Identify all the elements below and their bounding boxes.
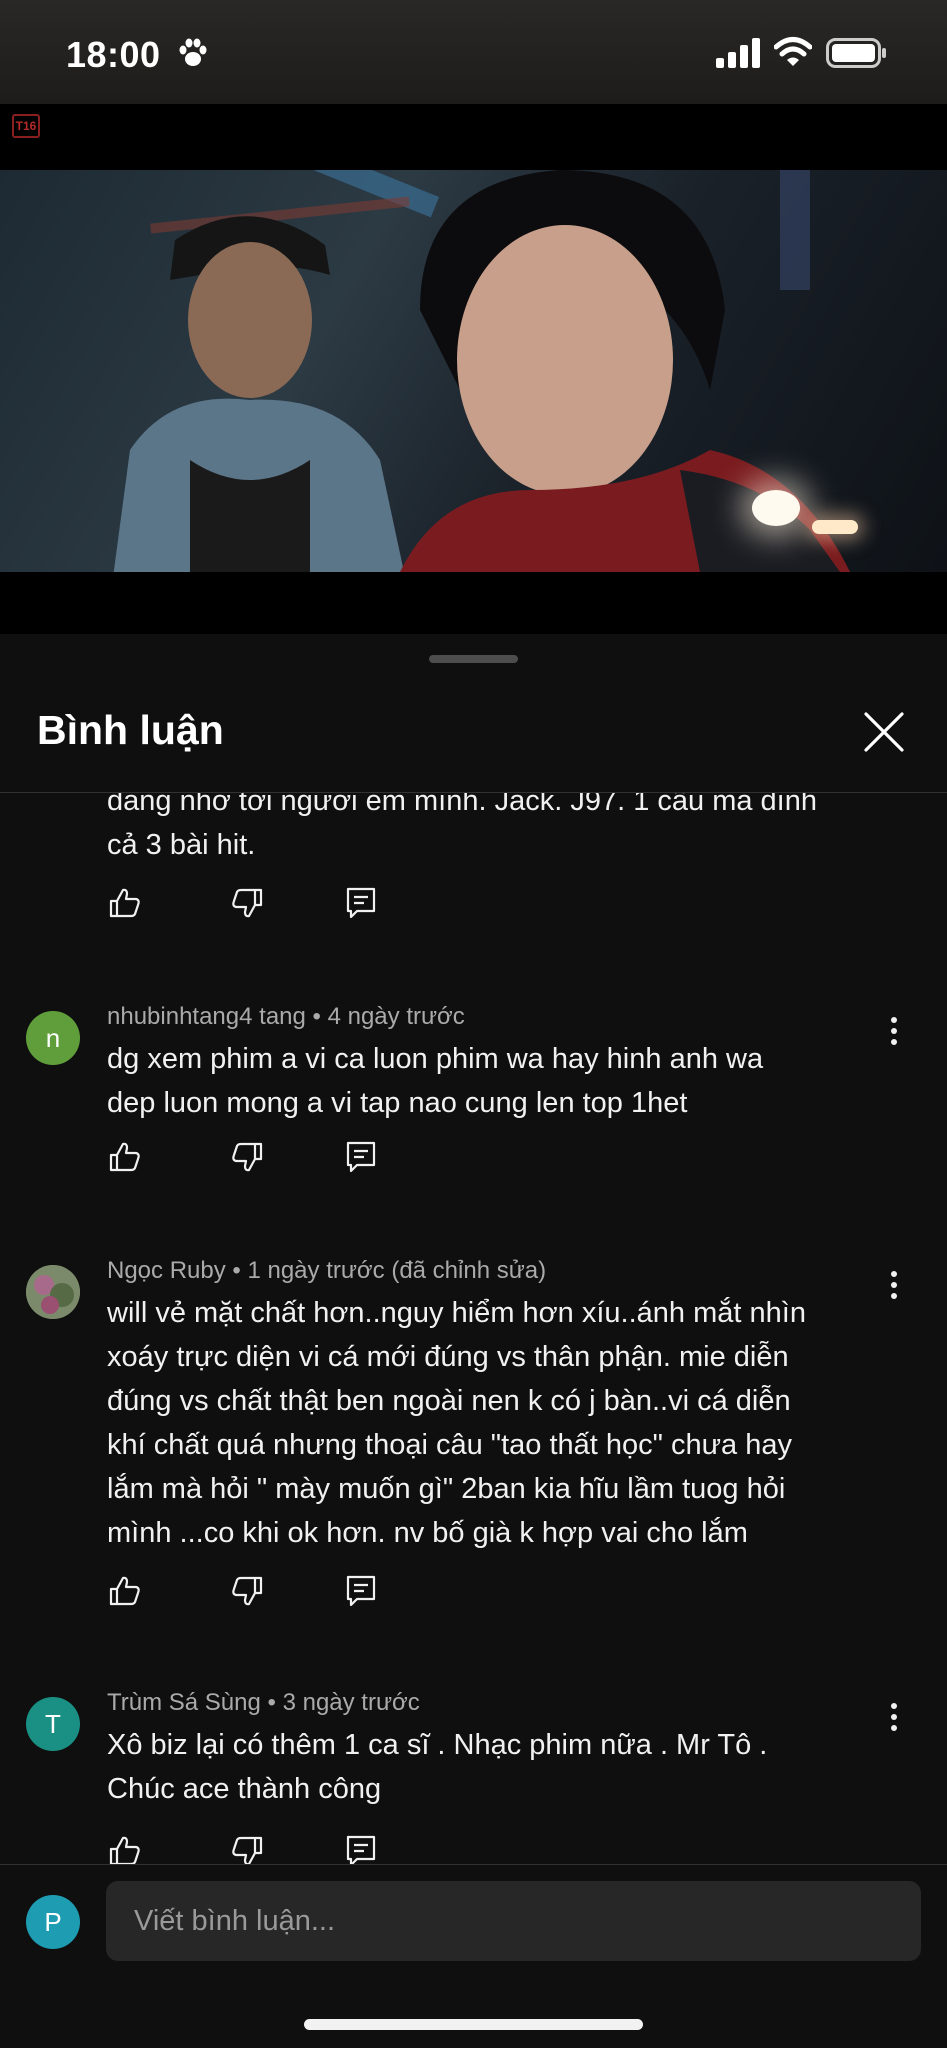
avatar-photo — [26, 1265, 80, 1319]
battery-icon — [826, 38, 886, 68]
home-indicator[interactable] — [304, 2019, 643, 2030]
comment-meta: Trùm Sá Sùng • 3 ngày trước — [107, 1689, 420, 1716]
comments-panel: Bình luận đang nhớ tới người em mình. Ja… — [0, 637, 947, 2048]
comment-text-line: Xô biz lại có thêm 1 ca sĩ . Nhạc phim n… — [107, 1729, 768, 1761]
comment-text: dg xem phim a vi ca luon phim wa hay hin… — [107, 1037, 887, 1125]
panel-title: Bình luận — [37, 707, 224, 753]
comments-list[interactable]: đang nhớ tới người em mình. Jack. J97. 1… — [0, 793, 947, 2001]
thumb-down-icon[interactable] — [229, 1139, 265, 1175]
thumb-down-icon[interactable] — [229, 1573, 265, 1609]
signal-icon — [716, 38, 760, 68]
comment-text: đang nhớ tới người em mình. Jack. J97. 1… — [107, 793, 887, 867]
comment-text: Xô biz lại có thêm 1 ca sĩ . Nhạc phim n… — [107, 1723, 887, 1811]
comment-text-line: dg xem phim a vi ca luon phim wa hay hin… — [107, 1043, 764, 1075]
close-icon[interactable] — [862, 710, 906, 754]
my-avatar[interactable]: P — [26, 1895, 80, 1949]
paw-icon — [179, 38, 207, 66]
scene-light — [812, 520, 858, 534]
comment-text-line: Chúc ace thành công — [107, 1773, 382, 1805]
drag-handle[interactable] — [429, 655, 518, 663]
thumb-down-icon[interactable] — [229, 885, 265, 921]
reply-icon[interactable] — [343, 1573, 379, 1609]
reply-icon[interactable] — [343, 1139, 379, 1175]
comment-actions — [107, 1139, 407, 1179]
comment-text-line: cả 3 bài hit. — [107, 829, 256, 861]
comment-meta: Ngọc Ruby • 1 ngày trước (đã chỉnh sửa) — [107, 1257, 547, 1284]
comment-actions — [107, 1573, 407, 1613]
comment-text-line: mình ...co khi ok hơn. nv bố già k hợp v… — [107, 1517, 748, 1549]
avatar[interactable] — [26, 1265, 80, 1319]
comment-text-line: xoáy trực diện vi cá mới đúng vs thân ph… — [107, 1341, 789, 1373]
thumb-up-icon[interactable] — [107, 885, 143, 921]
avatar[interactable]: T — [26, 1697, 80, 1751]
age-rating-badge: T16 — [12, 114, 40, 138]
reply-icon[interactable] — [343, 885, 379, 921]
video-player[interactable]: T16 — [0, 104, 947, 741]
video-frame[interactable] — [0, 170, 947, 572]
comment-text-line: dep luon mong a vi tap nao cung len top … — [107, 1087, 688, 1119]
thumb-up-icon[interactable] — [107, 1573, 143, 1609]
scene-light — [752, 490, 800, 526]
scene-person-right — [400, 170, 850, 572]
status-time: 18:00 — [66, 34, 161, 75]
status-bar: 18:00 — [0, 0, 947, 104]
comment-meta: nhubinhtang4 tang • 4 ngày trước — [107, 1003, 465, 1030]
thumb-up-icon[interactable] — [107, 1139, 143, 1175]
comment-actions — [107, 885, 407, 925]
comment-input[interactable] — [106, 1881, 921, 1961]
comment-text-line: will vẻ mặt chất hơn..nguy hiểm hơn xíu.… — [107, 1297, 806, 1329]
comment-text-line: lắm mà hỏi " mày muốn gì" 2ban kia hĩu l… — [107, 1473, 786, 1505]
comment-text-line: khí chất quá nhưng thoại câu "tao thất h… — [107, 1429, 792, 1461]
comment-text-line: đúng vs chất thật ben ngoài nen k có j b… — [107, 1385, 791, 1417]
wifi-icon — [774, 37, 812, 66]
comment-text-line: đang nhớ tới người em mình. Jack. J97. 1… — [107, 793, 817, 817]
comment-text: will vẻ mặt chất hơn..nguy hiểm hơn xíu.… — [107, 1291, 887, 1555]
avatar[interactable]: n — [26, 1011, 80, 1065]
